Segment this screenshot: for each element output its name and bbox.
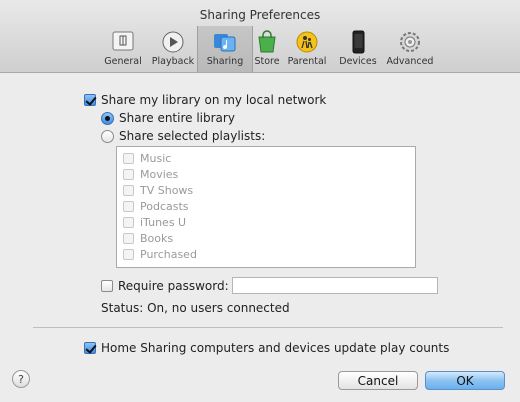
list-item: Purchased: [117, 246, 415, 262]
store-icon: [253, 29, 281, 55]
playlist-list[interactable]: Music Movies TV Shows Podcasts iTunes U …: [116, 146, 416, 268]
toolbar-label-devices: Devices: [339, 56, 377, 67]
home-sharing-row[interactable]: Home Sharing computers and devices updat…: [84, 341, 449, 355]
toolbar-label-sharing: Sharing: [206, 56, 244, 67]
playlist-checkbox: [123, 248, 134, 260]
toolbar-item-general[interactable]: General: [96, 28, 150, 72]
sharing-icon: [211, 29, 239, 55]
status-label: Status: On, no users connected: [101, 301, 290, 315]
list-item: Movies: [117, 166, 415, 182]
toolbar-item-advanced[interactable]: Advanced: [383, 28, 437, 72]
playlist-label: Podcasts: [140, 199, 189, 213]
sharing-preferences-window: Sharing Preferences General Playback Sha…: [0, 0, 520, 402]
help-icon: ?: [18, 372, 24, 386]
toolbar-item-playback[interactable]: Playback: [146, 28, 200, 72]
require-password-row[interactable]: Require password:: [101, 279, 229, 293]
list-item: Books: [117, 230, 415, 246]
list-item: TV Shows: [117, 182, 415, 198]
devices-icon: [344, 29, 372, 55]
share-library-label: Share my library on my local network: [101, 93, 327, 107]
playlist-label: TV Shows: [140, 183, 194, 197]
toolbar-item-devices[interactable]: Devices: [331, 28, 385, 72]
playlist-checkbox: [123, 168, 134, 180]
playlist-label: Movies: [140, 167, 179, 181]
window-title: Sharing Preferences: [199, 8, 321, 22]
require-password-label: Require password:: [118, 279, 229, 293]
parental-icon: [293, 29, 321, 55]
share-selected-row[interactable]: Share selected playlists:: [101, 129, 265, 143]
share-library-checkbox[interactable]: [84, 94, 96, 106]
share-selected-radio[interactable]: [101, 129, 114, 143]
toolbar-item-parental[interactable]: Parental: [280, 28, 334, 72]
playlist-label: Purchased: [140, 247, 197, 261]
playlist-checkbox: [123, 216, 134, 228]
list-item: iTunes U: [117, 214, 415, 230]
playlist-label: Books: [140, 231, 174, 245]
share-selected-label: Share selected playlists:: [119, 129, 266, 143]
playlist-checkbox: [123, 200, 134, 212]
toolbar-label-playback: Playback: [151, 56, 195, 67]
general-icon: [109, 29, 137, 55]
playback-icon: [159, 29, 187, 55]
help-button[interactable]: ?: [12, 370, 30, 388]
home-sharing-label: Home Sharing computers and devices updat…: [101, 341, 450, 355]
status-text: Status: On, no users connected: [101, 301, 290, 315]
playlist-label: Music: [140, 151, 172, 165]
share-entire-row[interactable]: Share entire library: [101, 111, 235, 125]
list-item: Music: [117, 150, 415, 166]
require-password-checkbox[interactable]: [101, 280, 113, 292]
share-entire-label: Share entire library: [119, 111, 235, 125]
toolbar-label-advanced: Advanced: [386, 56, 434, 67]
toolbar-label-store: Store: [254, 56, 280, 67]
share-entire-radio[interactable]: [101, 111, 114, 125]
home-sharing-checkbox[interactable]: [84, 342, 96, 354]
share-library-row[interactable]: Share my library on my local network: [84, 93, 326, 107]
playlist-checkbox: [123, 232, 134, 244]
divider: [33, 327, 503, 328]
password-field[interactable]: [232, 277, 438, 294]
cancel-button[interactable]: Cancel: [338, 371, 418, 390]
list-item: Podcasts: [117, 198, 415, 214]
preferences-toolbar: Sharing Preferences General Playback Sha…: [0, 0, 520, 73]
toolbar-label-general: General: [104, 56, 142, 67]
toolbar-label-parental: Parental: [287, 56, 327, 67]
playlist-checkbox: [123, 184, 134, 196]
playlist-label: iTunes U: [140, 215, 187, 229]
advanced-icon: [396, 29, 424, 55]
ok-button[interactable]: OK: [425, 371, 505, 390]
playlist-checkbox: [123, 152, 134, 164]
